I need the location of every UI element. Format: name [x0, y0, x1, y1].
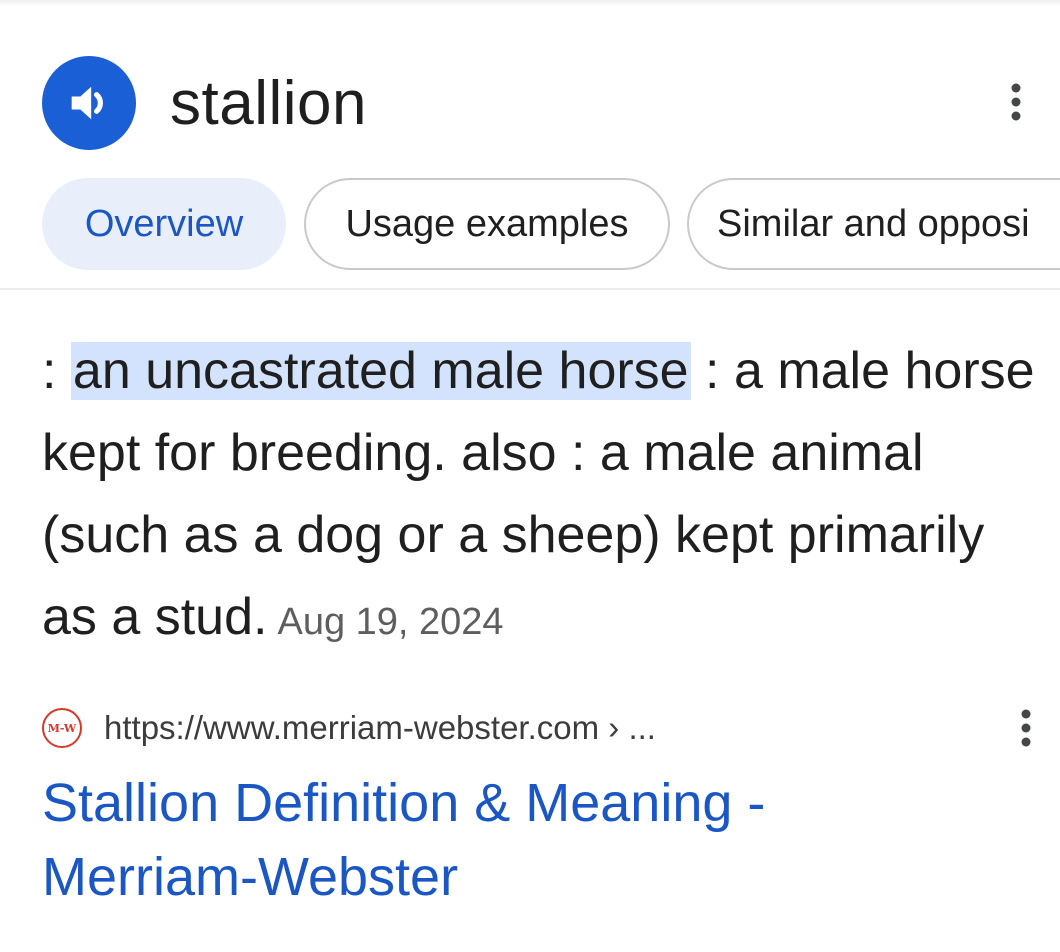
more-vert-icon — [1021, 709, 1031, 747]
result-more-options-button[interactable] — [1008, 700, 1044, 756]
definition-prefix: : — [42, 342, 71, 400]
more-vert-icon — [1011, 83, 1021, 121]
result-source: M-W https://www.merriam-webster.com › ..… — [42, 706, 1042, 750]
result-title-link[interactable]: Stallion Definition & Meaning - Merriam-… — [42, 766, 942, 914]
merriam-webster-favicon: M-W — [42, 708, 82, 748]
more-options-button[interactable] — [998, 74, 1034, 130]
dictionary-header: stallion — [42, 56, 1042, 150]
tab-similar-and-opposite[interactable]: Similar and opposi — [687, 178, 1060, 270]
result-url[interactable]: https://www.merriam-webster.com › ... — [104, 706, 656, 750]
definition-date: Aug 19, 2024 — [277, 601, 504, 643]
tab-overview[interactable]: Overview — [42, 178, 286, 270]
search-result-page: stallion Overview Usage examples Similar… — [0, 0, 1060, 952]
highlighted-definition: an uncastrated male horse — [70, 342, 691, 400]
tab-usage-examples[interactable]: Usage examples — [304, 178, 670, 270]
word-title: stallion — [170, 69, 367, 138]
definition-text: : an uncastrated male horse : a male hor… — [42, 330, 1042, 663]
pronunciation-button[interactable] — [42, 56, 136, 150]
divider — [0, 288, 1060, 290]
volume-up-icon — [71, 86, 103, 120]
top-shadow — [0, 0, 1060, 6]
dictionary-tabs: Overview Usage examples Similar and oppo… — [42, 178, 1060, 272]
